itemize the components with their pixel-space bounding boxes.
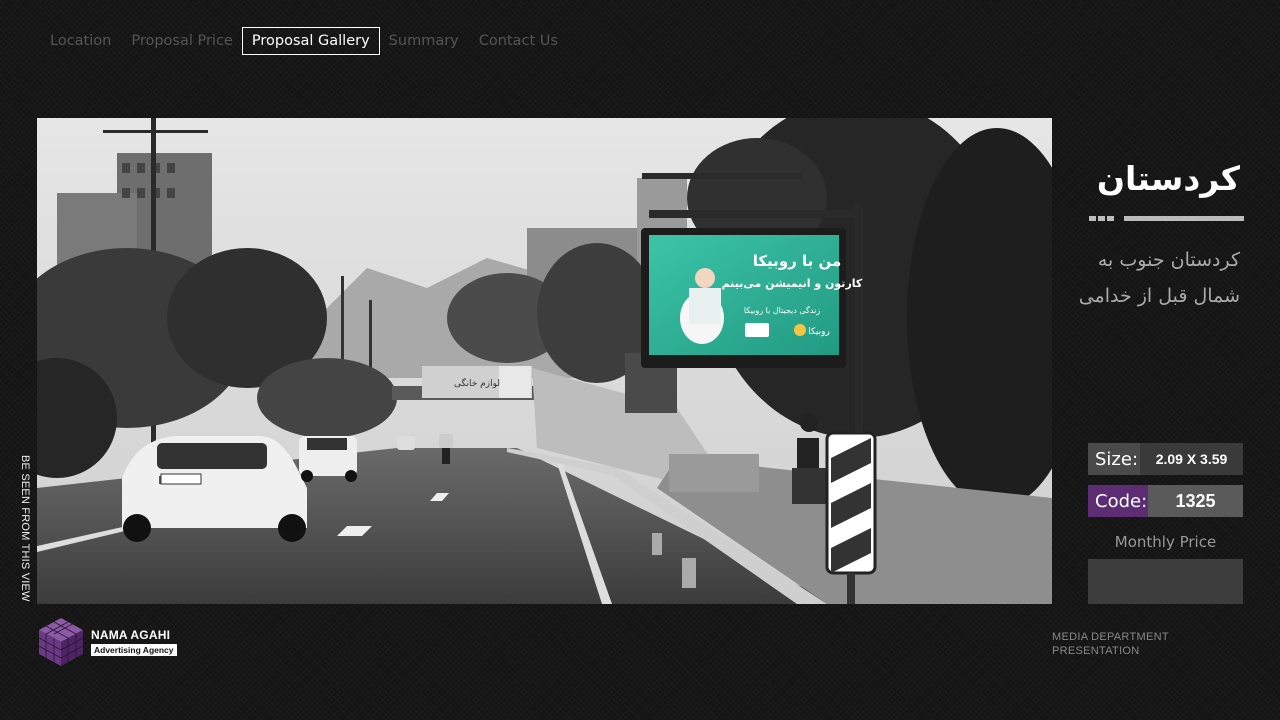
code-row: Code: 1325 [1088,485,1243,517]
cube-logo-icon [38,618,84,666]
side-caption: BE SEEN FROM THIS VIEW [13,455,39,605]
nav-proposal-gallery[interactable]: Proposal Gallery [241,27,380,55]
side-caption-text: BE SEEN FROM THIS VIEW [19,455,31,602]
nav-location[interactable]: Location [40,27,121,55]
monthly-price-label: Monthly Price [1114,533,1217,551]
brand-logo: NAMA AGAHI Advertising Agency [37,616,177,668]
code-label: Code: [1088,485,1148,517]
department-line-2: PRESENTATION [1052,645,1140,657]
billboard-brand: روبیکا [808,327,830,337]
billboard-tagline: زندگی دیجیتال با روبیکا [744,305,820,315]
nav-summary[interactable]: Summary [379,27,469,55]
location-title: کردستان [1096,159,1240,198]
size-value: 2.09 X 3.59 [1140,443,1243,475]
monthly-price-value [1088,559,1243,604]
top-nav: Location Proposal Price Proposal Gallery… [40,27,568,55]
nav-contact-us[interactable]: Contact Us [469,27,568,55]
bridge-banner-text: لوازم خانگی [454,377,500,389]
brand-tagline: Advertising Agency [91,644,177,656]
size-label: Size: [1088,443,1140,475]
location-description: کردستان جنوب به شمال قبل از خدامی [1078,249,1240,307]
size-row: Size: 2.09 X 3.59 [1088,443,1243,475]
brand-name: NAMA AGAHI [91,628,171,642]
location-panel: کردستان کردستان جنوب به شمال قبل از خدام… [1075,150,1245,314]
code-value: 1325 [1148,485,1243,517]
title-underline [1075,216,1245,222]
nav-proposal-price[interactable]: Proposal Price [121,27,243,55]
department-label: MEDIA DEPARTMENT PRESENTATION [1052,630,1169,658]
billboard-headline: من با روبیکا [753,252,842,270]
department-line-1: MEDIA DEPARTMENT [1052,631,1169,643]
billboard-subline: کارتون و انیمیشن می‌بینم [722,277,863,290]
billboard-photo: لوازم خانگی من با روبیکا کارتون و انیمیش… [37,118,1052,604]
